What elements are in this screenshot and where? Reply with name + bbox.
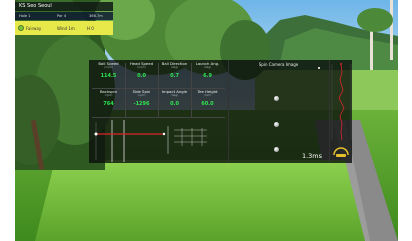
metric-value: 60.0 (201, 101, 214, 107)
metric-ball-speed: Ball Speed (mph) 114.5 (92, 61, 125, 88)
club-path-diagram (92, 120, 225, 162)
fairway-ball-icon (18, 25, 24, 31)
height-info: H 0 (87, 26, 94, 31)
shot-trace-panel (329, 60, 352, 163)
metric-value: 764 (103, 101, 114, 107)
metric-value: -1296 (133, 101, 150, 107)
hole-par: Par 4 (57, 14, 67, 18)
course-name: KS Seo Seoul (15, 2, 113, 11)
spin-camera-panel: Spin Camera Image 1.3ms (228, 60, 328, 163)
metric-unit: (deg) (170, 93, 179, 97)
lie-info-row: Fairway Wind 1m H 0 (15, 21, 113, 35)
metric-unit: (rpm) (137, 93, 146, 97)
metric-unit: (mph) (137, 65, 146, 69)
metric-launch-angle: Launch Ang. (deg) 6.9 (191, 61, 224, 88)
metric-backspin: Backspin (rpm) 764 (92, 89, 125, 116)
metric-unit: (mm) (203, 93, 212, 97)
metric-impact-angle: Impact Angle (deg) 0.0 (158, 89, 191, 116)
spin-ball-frame (274, 122, 279, 127)
grid-divider (125, 63, 126, 117)
metric-value: 0.0 (170, 101, 179, 107)
metric-unit: (deg) (170, 65, 179, 69)
metric-unit: (mph) (104, 65, 113, 69)
metric-value: 0.0 (137, 73, 146, 79)
simulator-logo-icon (333, 146, 349, 158)
wind-info: Wind 1m (57, 26, 75, 31)
hole-info-row: Hole 1 Par 4 366.7m (15, 12, 113, 20)
metric-side-spin: Side Spin (rpm) -1296 (125, 89, 158, 116)
metric-value: 114.5 (100, 73, 117, 79)
club-path-graphic (94, 120, 207, 162)
shot-data-overlay: Ball Speed (mph) 114.5 Head Speed (mph) … (89, 60, 352, 163)
grid-divider (191, 63, 192, 117)
course-info-bar: KS Seo Seoul Hole 1 Par 4 366.7m Fairway… (15, 2, 113, 35)
metric-tee-height: Tee Height (mm) 60.0 (191, 89, 224, 116)
metric-head-speed: Head Speed (mph) 0.0 (125, 61, 158, 88)
spin-ball-frame (274, 96, 279, 101)
grid-divider (92, 117, 225, 118)
hole-distance: 366.7m (89, 14, 103, 18)
grid-divider (158, 63, 159, 117)
metric-unit: (rpm) (104, 93, 113, 97)
metric-value: 0.7 (170, 73, 179, 79)
hole-number: Hole 1 (19, 14, 31, 18)
grid-divider (92, 88, 225, 89)
metric-value: 6.9 (203, 73, 212, 79)
metric-ball-direction: Ball Direction (deg) 0.7 (158, 61, 191, 88)
spin-capture-time: 1.3ms (301, 152, 322, 160)
lie-label: Fairway (26, 26, 42, 31)
metric-unit: (deg) (203, 65, 212, 69)
shot-metrics-grid: Ball Speed (mph) 114.5 Head Speed (mph) … (92, 61, 225, 118)
spin-ball-frame (274, 147, 279, 152)
camera-indicator (318, 67, 320, 69)
spin-camera-title: Spin Camera Image (258, 62, 299, 67)
